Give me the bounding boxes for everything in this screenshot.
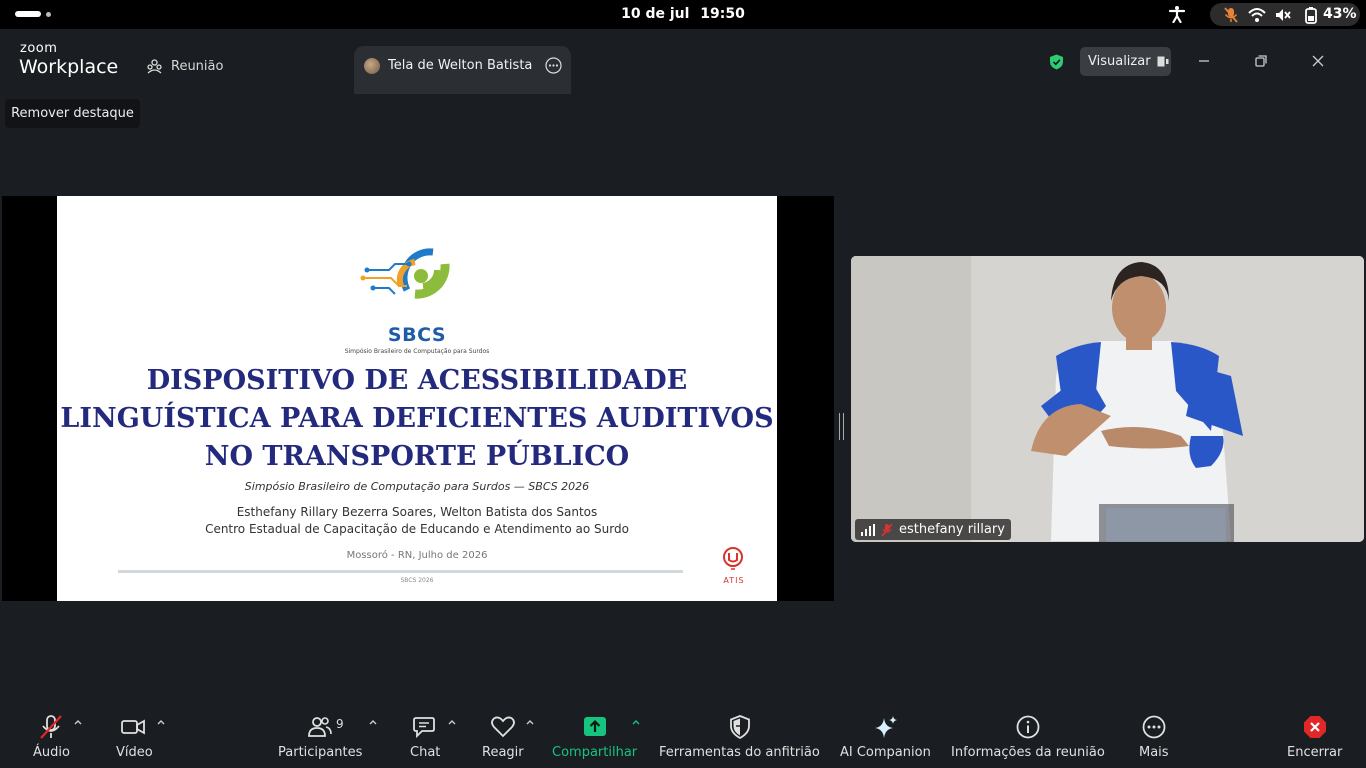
heart-icon — [491, 716, 515, 738]
slide-title-line-1: DISPOSITIVO DE ACESSIBILIDADE — [146, 365, 688, 396]
brand-workplace-label: Workplace — [19, 56, 119, 78]
chevron-up-icon[interactable] — [156, 717, 166, 727]
slide-title: DISPOSITIVO DE ACESSIBILIDADE LINGUÍSTIC… — [57, 362, 777, 476]
host-tools-label: Ferramentas do anfitrião — [659, 745, 820, 760]
close-icon[interactable] — [1310, 53, 1326, 69]
tab-screen-share[interactable]: Tela de Welton Batista — [354, 46, 571, 94]
presenter-avatar — [364, 58, 380, 74]
tab-meeting-label: Reunião — [171, 58, 224, 74]
audio-button[interactable]: Áudio — [30, 700, 90, 768]
accessibility-icon[interactable] — [1168, 5, 1186, 23]
ai-companion-button[interactable]: AI Companion — [838, 700, 933, 768]
minimize-icon[interactable] — [1196, 53, 1212, 69]
react-button[interactable]: Reagir — [481, 700, 541, 768]
slide-footer: SBCS 2026 — [400, 577, 434, 584]
view-layout-icon — [1157, 56, 1169, 67]
info-icon — [1016, 715, 1040, 739]
ai-sparkle-icon — [875, 716, 897, 738]
system-clock[interactable]: 10 de jul 19:50 — [0, 6, 1366, 22]
sbcs-logo-text: SBCS — [387, 324, 447, 346]
slide-place-date: Mossoró - RN, Julho de 2026 — [346, 550, 488, 561]
zoom-title-bar: zoom Workplace Reunião Tela de Welton Ba… — [0, 29, 1366, 94]
signal-strength-icon — [861, 523, 875, 536]
participant-name-tag: esthefany rillary — [855, 519, 1011, 540]
slide-event: Simpósio Brasileiro de Computação para S… — [244, 480, 590, 493]
video-label: Vídeo — [116, 745, 153, 760]
brand-zoom-label: zoom — [20, 41, 58, 56]
chat-label: Chat — [410, 745, 441, 760]
end-meeting-button[interactable]: Encerrar — [1284, 700, 1349, 768]
chat-bubble-icon — [413, 717, 435, 739]
presentation-slide: SBCS Simpósio Brasileiro de Computação p… — [57, 196, 777, 601]
meeting-toolbar: Áudio Vídeo 9 Participantes Chat Reagir … — [0, 700, 1366, 768]
more-label: Mais — [1139, 745, 1169, 760]
system-status-bar: 10 de jul 19:50 43% — [0, 0, 1366, 29]
participant-video-frame — [851, 256, 1364, 542]
host-tools-button[interactable]: Ferramentas do anfitrião — [658, 700, 823, 768]
restore-icon[interactable] — [1253, 53, 1269, 69]
video-button[interactable]: Vídeo — [113, 700, 173, 768]
battery-percentage: 43% — [1323, 6, 1357, 22]
chevron-up-icon[interactable] — [73, 717, 83, 727]
audio-label: Áudio — [33, 745, 70, 760]
encryption-shield-icon[interactable] — [1049, 54, 1064, 70]
shared-screen[interactable]: SBCS Simpósio Brasileiro de Computação p… — [2, 196, 834, 601]
sbcs-logo-subtitle: Simpósio Brasileiro de Computação para S… — [344, 348, 490, 355]
chat-button[interactable]: Chat — [406, 700, 466, 768]
atis-logo-icon — [723, 547, 743, 570]
meeting-icon — [147, 58, 162, 73]
video-camera-icon — [121, 719, 145, 735]
mic-muted-icon — [1224, 7, 1238, 23]
slide-title-line-2: LINGUÍSTICA PARA DEFICIENTES AUDITIVOS — [60, 403, 774, 434]
participants-button[interactable]: 9 Participantes — [276, 700, 386, 768]
end-meeting-icon — [1304, 716, 1326, 738]
more-button[interactable]: Mais — [1135, 700, 1175, 768]
volume-muted-icon — [1276, 9, 1291, 21]
participant-video[interactable]: esthefany rillary — [851, 256, 1364, 542]
atis-logo-text: ATIS — [723, 576, 745, 585]
share-screen-button[interactable]: Compartilhar — [551, 700, 646, 768]
system-date: 10 de jul — [621, 6, 690, 22]
wifi-icon — [1248, 8, 1266, 22]
share-screen-icon — [584, 717, 606, 736]
slide-title-line-3: NO TRANSPORTE PÚBLICO — [204, 441, 630, 472]
meeting-info-button[interactable]: Informações da reunião — [949, 700, 1109, 768]
chevron-up-icon[interactable] — [368, 717, 378, 727]
more-options-icon[interactable] — [545, 57, 562, 74]
ai-companion-label: AI Companion — [840, 745, 931, 760]
end-meeting-label: Encerrar — [1287, 745, 1343, 760]
shield-icon — [730, 715, 750, 740]
slide-authors: Esthefany Rillary Bezerra Soares, Welton… — [236, 505, 598, 519]
mic-muted-icon — [881, 522, 893, 537]
remove-spotlight-button[interactable]: Remover destaque — [5, 99, 140, 128]
participants-label: Participantes — [278, 745, 363, 760]
slide-divider — [118, 570, 683, 573]
view-button[interactable]: Visualizar — [1080, 47, 1171, 76]
system-time: 19:50 — [700, 6, 745, 22]
panel-resize-handle[interactable] — [839, 413, 844, 440]
mic-muted-icon — [40, 715, 62, 739]
participant-name: esthefany rillary — [899, 522, 1005, 537]
tab-meeting[interactable]: Reunião — [146, 56, 223, 76]
battery-icon — [1305, 7, 1317, 24]
slide-institution: Centro Estadual de Capacitação de Educan… — [205, 522, 629, 536]
chevron-up-icon[interactable] — [447, 717, 457, 727]
participants-icon — [308, 717, 332, 737]
view-button-label: Visualizar — [1088, 54, 1151, 69]
chevron-up-icon[interactable] — [525, 717, 535, 727]
share-screen-label: Compartilhar — [552, 745, 638, 760]
participants-count: 9 — [336, 717, 344, 731]
react-label: Reagir — [482, 745, 524, 760]
sbcs-logo-icon — [360, 248, 450, 299]
chevron-up-icon[interactable] — [631, 717, 641, 727]
tab-screen-share-label: Tela de Welton Batista — [388, 58, 533, 73]
meeting-info-label: Informações da reunião — [951, 745, 1105, 760]
more-icon — [1142, 715, 1166, 739]
